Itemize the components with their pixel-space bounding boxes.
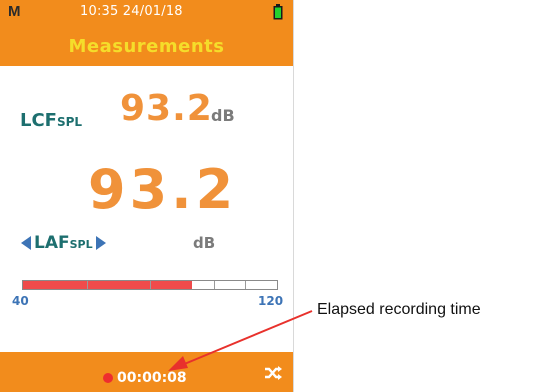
battery-full-icon	[273, 4, 283, 20]
bar-divider	[213, 281, 215, 289]
lcf-label-sub: SPL	[56, 115, 83, 129]
shuffle-icon[interactable]	[264, 366, 282, 380]
page-title: Measurements	[68, 36, 225, 57]
laf-label-main: LAF	[34, 233, 70, 253]
right-arrow-icon[interactable]	[95, 235, 107, 251]
elapsed-time: 00:00:08	[117, 370, 187, 386]
header-bar: M 10:35 24/01/18 Measurements	[0, 0, 293, 66]
bar-divider	[245, 281, 247, 289]
sound-level-meter-screen: M 10:35 24/01/18 Measurements LCFSPL 93.…	[0, 0, 294, 392]
bar-divider	[86, 281, 88, 289]
lcf-spl-label: LCFSPL	[20, 110, 82, 131]
lcf-label-main: LCF	[20, 110, 57, 131]
lcf-unit: dB	[211, 106, 235, 125]
level-bar-meter	[22, 280, 278, 290]
main-level-value: 93.2	[88, 158, 238, 221]
laf-unit: dB	[193, 234, 216, 252]
lcf-value: 93.2	[120, 88, 213, 129]
recording-dot-icon	[103, 373, 113, 383]
bar-max-label: 120	[258, 294, 284, 308]
bar-min-label: 40	[12, 294, 29, 308]
laf-spl-label: LAFSPL	[34, 233, 93, 253]
laf-label-sub: SPL	[69, 238, 93, 251]
level-bar-fill	[23, 281, 192, 289]
time-date: 10:35 24/01/18	[80, 4, 183, 19]
laf-selector: LAFSPL	[20, 232, 107, 254]
annotation-label: Elapsed recording time	[317, 301, 481, 318]
mode-indicator: M	[8, 3, 21, 20]
bar-divider	[150, 281, 151, 289]
left-arrow-icon[interactable]	[20, 235, 32, 251]
canvas: M 10:35 24/01/18 Measurements LCFSPL 93.…	[0, 0, 538, 392]
